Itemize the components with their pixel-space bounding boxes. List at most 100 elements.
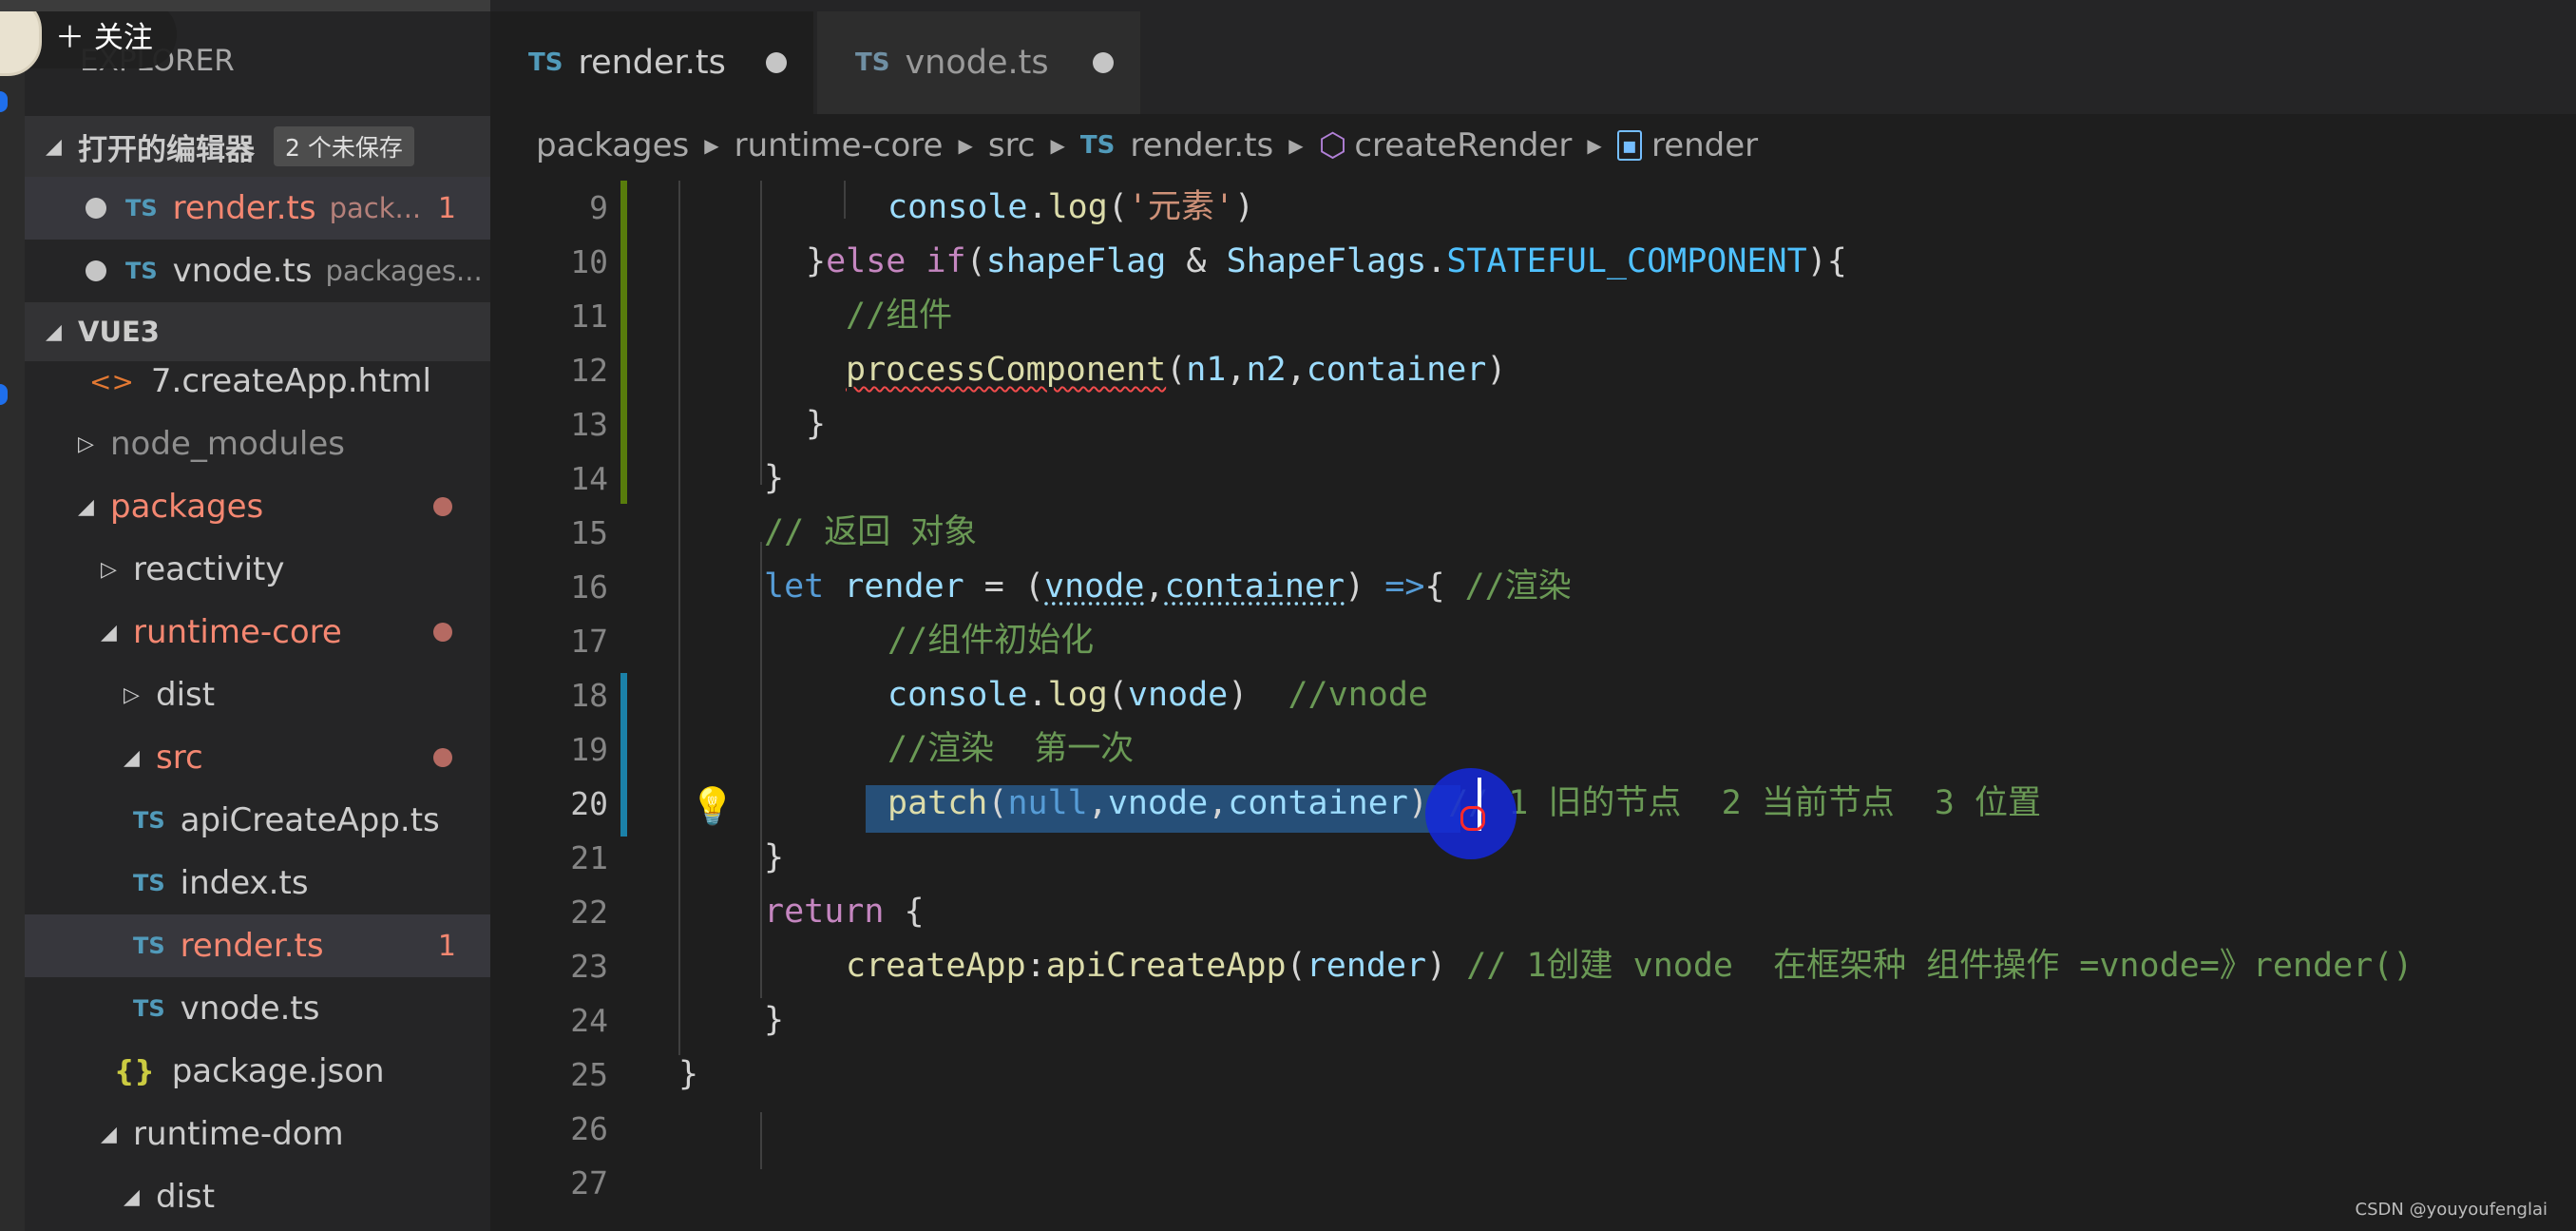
unsaved-dot-icon[interactable] bbox=[766, 52, 787, 73]
code-line: 11 //组件 bbox=[490, 289, 2576, 343]
code-line: 26 bbox=[490, 1102, 2576, 1156]
tree-item-dist-2[interactable]: ◢ dist bbox=[25, 1165, 490, 1228]
tree-item-vnode-ts[interactable]: TS vnode.ts bbox=[25, 977, 490, 1040]
open-editor-render-ts[interactable]: TS render.ts pack... 1 bbox=[25, 177, 490, 240]
line-number: 25 bbox=[570, 1056, 608, 1093]
tree-item-dist[interactable]: ▷ dist bbox=[25, 664, 490, 726]
code-token: STATEFUL_COMPONENT bbox=[1446, 242, 1807, 280]
tab-label: vnode.ts bbox=[905, 44, 1049, 82]
code-line: 9 console.log('元素') bbox=[490, 181, 2576, 235]
code-token: { bbox=[884, 893, 925, 931]
code-line: 10 }else if(shapeFlag & ShapeFlags.STATE… bbox=[490, 235, 2576, 289]
code-token: , bbox=[1144, 567, 1165, 606]
editor-tab-bar: TS render.ts TS vnode.ts bbox=[490, 0, 2576, 114]
tree-item-label: packages bbox=[110, 488, 264, 526]
breadcrumb-item[interactable]: render.ts bbox=[1130, 126, 1273, 164]
code-token: => bbox=[1384, 567, 1425, 606]
tree-item-label: dist bbox=[156, 676, 216, 714]
tab-label: render.ts bbox=[578, 44, 726, 82]
code-token: null bbox=[1007, 784, 1088, 822]
tree-item-apicreateapp-ts[interactable]: TS apiCreateApp.ts bbox=[25, 789, 490, 852]
unsaved-dot-icon[interactable] bbox=[1093, 52, 1114, 73]
collapse-triangle-icon: ◢ bbox=[46, 134, 62, 159]
tree-item-label: index.ts bbox=[180, 864, 309, 902]
tree-item-packages[interactable]: ◢ packages bbox=[25, 475, 490, 538]
tree-item-runtime-core[interactable]: ◢ runtime-core bbox=[25, 601, 490, 664]
code-line: 16 let render = (vnode,container) =>{ //… bbox=[490, 560, 2576, 614]
open-editor-filename: render.ts bbox=[172, 189, 316, 227]
chevron-right-icon: ▶ bbox=[1050, 134, 1065, 157]
breadcrumb-item[interactable]: createRender bbox=[1354, 126, 1572, 164]
unsaved-dot-icon[interactable] bbox=[86, 260, 106, 281]
code-token: ) bbox=[1228, 676, 1249, 714]
code-token: ) bbox=[1234, 188, 1255, 226]
code-token: vnode bbox=[1127, 676, 1229, 714]
line-number: 23 bbox=[570, 948, 608, 985]
code-line: 21 } bbox=[490, 831, 2576, 885]
code-token: , bbox=[1208, 784, 1229, 822]
tree-item-label: render.ts bbox=[180, 927, 324, 965]
tree-item-node-modules[interactable]: ▷ node_modules bbox=[25, 413, 490, 475]
breadcrumb-item[interactable]: render bbox=[1651, 126, 1758, 164]
chevron-right-icon: ▷ bbox=[78, 432, 94, 456]
code-line: 15 // 返回 对象 bbox=[490, 506, 2576, 560]
line-number: 26 bbox=[570, 1110, 608, 1147]
tab-render-ts[interactable]: TS render.ts bbox=[490, 11, 813, 114]
code-token: console bbox=[887, 188, 1028, 226]
line-number: 27 bbox=[570, 1164, 608, 1202]
collapse-triangle-icon: ◢ bbox=[46, 319, 62, 344]
tree-item-package-json[interactable]: {} package.json bbox=[25, 1040, 490, 1103]
method-cube-icon: ⬡ bbox=[1318, 126, 1347, 164]
tree-item-runtime-dom[interactable]: ◢ runtime-dom bbox=[25, 1103, 490, 1165]
typescript-file-icon: TS bbox=[855, 48, 890, 77]
mouse-pointer-icon bbox=[1460, 806, 1485, 831]
code-token: container bbox=[1228, 784, 1408, 822]
line-number: 10 bbox=[570, 243, 608, 280]
tree-item-html-file[interactable]: <> 7.createApp.html bbox=[25, 350, 490, 413]
chevron-down-icon: ◢ bbox=[101, 620, 117, 644]
tab-vnode-ts[interactable]: TS vnode.ts bbox=[817, 11, 1140, 114]
open-editors-header[interactable]: ◢ 打开的编辑器 2 个未保存 bbox=[25, 116, 490, 177]
code-token: . bbox=[1027, 188, 1048, 226]
code-token: log bbox=[1047, 188, 1108, 226]
line-number: 11 bbox=[570, 298, 608, 335]
unsaved-dot-icon[interactable] bbox=[86, 198, 106, 219]
tree-item-src[interactable]: ◢ src bbox=[25, 726, 490, 789]
typescript-file-icon: TS bbox=[133, 870, 165, 896]
line-number: 17 bbox=[570, 623, 608, 660]
breadcrumb-item[interactable]: src bbox=[988, 126, 1036, 164]
typescript-file-icon: TS bbox=[125, 258, 158, 284]
tree-item-index-ts[interactable]: TS index.ts bbox=[25, 852, 490, 914]
chevron-down-icon: ◢ bbox=[124, 745, 140, 770]
line-number: 9 bbox=[589, 189, 608, 226]
line-number: 21 bbox=[570, 839, 608, 876]
open-editor-vnode-ts[interactable]: TS vnode.ts packages... bbox=[25, 240, 490, 302]
code-token: let bbox=[764, 567, 825, 606]
tree-item-reactivity[interactable]: ▷ reactivity bbox=[25, 538, 490, 601]
breadcrumb-item[interactable]: runtime-core bbox=[735, 126, 944, 164]
chevron-right-icon: ▶ bbox=[1587, 134, 1602, 157]
code-token: '元素' bbox=[1127, 188, 1235, 226]
code-token: { bbox=[1424, 567, 1465, 606]
code-line: 24 } bbox=[490, 993, 2576, 1048]
code-token: , bbox=[1286, 351, 1307, 389]
code-token: n1 bbox=[1186, 351, 1227, 389]
code-token: . bbox=[1027, 676, 1048, 714]
line-number: 15 bbox=[570, 514, 608, 551]
code-token: ( bbox=[965, 242, 986, 280]
breadcrumb-item[interactable]: packages bbox=[536, 126, 689, 164]
modified-dot-icon bbox=[433, 623, 452, 642]
code-token: ) bbox=[1426, 947, 1447, 985]
tree-item-render-ts[interactable]: TS render.ts 1 bbox=[25, 914, 490, 977]
code-line: 23 createApp:apiCreateApp(render) // 1创建… bbox=[490, 939, 2576, 993]
code-line: 19 //渲染 第一次 bbox=[490, 722, 2576, 777]
code-token: } bbox=[806, 242, 827, 280]
tree-item-label: dist bbox=[156, 1178, 216, 1216]
tree-item-label: package.json bbox=[171, 1052, 385, 1090]
code-token: vnode bbox=[1107, 784, 1209, 822]
variable-icon: ▪ bbox=[1616, 130, 1642, 161]
chevron-right-icon: ▶ bbox=[704, 134, 719, 157]
code-token: ){ bbox=[1806, 242, 1847, 280]
code-token: } bbox=[764, 1001, 785, 1039]
line-number: 18 bbox=[570, 677, 608, 714]
